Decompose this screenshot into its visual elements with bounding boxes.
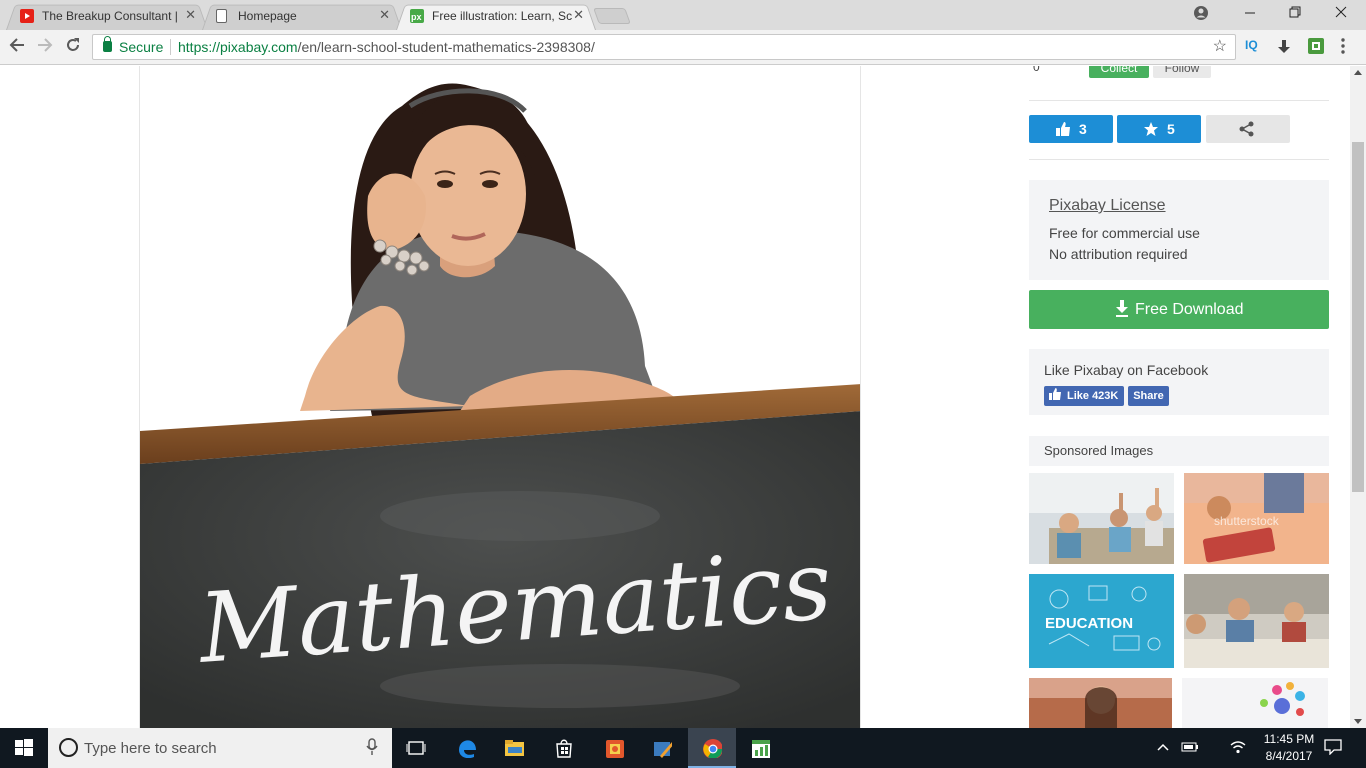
thumbs-up-icon	[1055, 121, 1071, 140]
license-line-1: Free for commercial use	[1049, 225, 1200, 241]
page-icon	[216, 9, 227, 23]
show-hidden-icons-icon[interactable]	[1157, 740, 1169, 755]
svg-text:px: px	[411, 12, 422, 22]
scrollbar[interactable]	[1350, 66, 1366, 728]
task-view-icon[interactable]	[392, 728, 440, 768]
battery-icon[interactable]	[1181, 741, 1199, 756]
download-extension-icon[interactable]	[1276, 39, 1292, 58]
file-explorer-icon[interactable]	[490, 728, 538, 768]
browser-toolbar: Secure https://pixabay.com/en/learn-scho…	[0, 30, 1366, 65]
taskbar-search[interactable]: Type here to search	[48, 728, 392, 768]
sponsored-image-students[interactable]	[1184, 574, 1329, 668]
url-text: https://pixabay.com/en/learn-school-stud…	[178, 39, 595, 55]
facebook-like-button[interactable]: Like 423K	[1044, 386, 1124, 406]
microphone-icon[interactable]	[366, 738, 378, 760]
clock-date: 8/4/2017	[1265, 749, 1313, 763]
tab-pixabay[interactable]: px Free illustration: Learn, Sc ✕	[396, 2, 596, 30]
watermark-text: shutterstock	[1214, 514, 1280, 528]
like-button[interactable]: 3	[1029, 115, 1113, 143]
search-placeholder: Type here to search	[84, 740, 217, 757]
secure-label: Secure	[119, 39, 164, 55]
app-icon-office[interactable]	[590, 728, 638, 768]
facebook-like-label: Like 423K	[1067, 390, 1119, 402]
address-bar[interactable]: Secure https://pixabay.com/en/learn-scho…	[92, 34, 1236, 60]
star-icon	[1143, 121, 1159, 140]
facebook-thumb-icon	[1049, 386, 1061, 406]
lock-icon	[103, 36, 112, 52]
collect-button[interactable]: Collect	[1089, 66, 1149, 78]
download-icon	[1115, 300, 1129, 323]
url-path: /en/learn-school-student-mathematics-239…	[297, 39, 595, 55]
sponsored-title: Sponsored Images	[1044, 443, 1154, 458]
menu-icon[interactable]	[1340, 37, 1346, 58]
license-link[interactable]: Pixabay License	[1049, 197, 1166, 215]
windows-taskbar: Type here to search 11:45 PM 8/4/2017	[0, 728, 1366, 768]
sponsored-image-classroom[interactable]	[1029, 473, 1174, 564]
tab-strip: The Breakup Consultant | ✕ Homepage ✕ px…	[0, 0, 1366, 30]
store-icon[interactable]	[540, 728, 588, 768]
extension-green-icon[interactable]	[1308, 38, 1324, 57]
download-label: Free Download	[1135, 301, 1244, 318]
close-tab-icon[interactable]: ✕	[379, 7, 390, 23]
sponsored-image-education[interactable]: EDUCATION	[1029, 574, 1174, 668]
cortana-icon	[59, 738, 78, 757]
facebook-title: Like Pixabay on Facebook	[1044, 362, 1209, 378]
sponsored-image-girl[interactable]	[1029, 678, 1172, 728]
tab-homepage[interactable]: Homepage ✕	[202, 2, 402, 30]
main-illustration[interactable]: Mathematics	[139, 66, 861, 728]
system-clock[interactable]: 11:45 PM 8/4/2017	[1254, 731, 1324, 765]
tab-title: Free illustration: Learn, Sc	[432, 9, 572, 23]
close-tab-icon[interactable]: ✕	[185, 7, 196, 23]
facebook-box: Like Pixabay on Facebook Like 423K Share	[1029, 349, 1329, 415]
scrollbar-thumb[interactable]	[1352, 142, 1364, 492]
close-tab-icon[interactable]: ✕	[573, 7, 584, 23]
restore-icon[interactable]	[1285, 4, 1305, 23]
wifi-icon[interactable]	[1230, 740, 1246, 757]
favorite-button[interactable]: 5	[1117, 115, 1201, 143]
bookmark-star-icon[interactable]: ☆	[1213, 36, 1227, 56]
share-button[interactable]	[1206, 115, 1290, 143]
sponsored-header: Sponsored Images	[1029, 436, 1329, 466]
clock-time: 11:45 PM	[1263, 732, 1315, 746]
tab-title: The Breakup Consultant |	[42, 9, 178, 23]
start-button[interactable]	[0, 728, 48, 768]
license-box: Pixabay License Free for commercial use …	[1029, 180, 1329, 280]
windows-logo-icon	[15, 739, 33, 756]
sponsored-image-globe[interactable]	[1182, 678, 1328, 728]
pixabay-icon: px	[410, 9, 424, 23]
reload-icon[interactable]	[62, 36, 84, 59]
share-icon	[1239, 121, 1255, 140]
scroll-up-arrow-icon[interactable]	[1354, 70, 1362, 75]
page-content: Mathematics 0 Collect Follow 3 5 Pixabay…	[0, 66, 1350, 728]
downloads-count: 0	[1033, 66, 1040, 74]
sponsored-image-tablet[interactable]: shutterstock	[1184, 473, 1329, 564]
favorite-count: 5	[1167, 121, 1175, 137]
url-base: https://pixabay.com	[178, 39, 298, 55]
tab-breakup-consultant[interactable]: The Breakup Consultant | ✕	[6, 2, 208, 30]
close-window-icon[interactable]	[1331, 4, 1351, 23]
app-icon-paint[interactable]	[638, 728, 686, 768]
forward-icon[interactable]	[34, 36, 56, 59]
edge-icon[interactable]	[442, 728, 490, 768]
license-line-2: No attribution required	[1049, 246, 1188, 262]
iq-extension-icon[interactable]: IQ	[1245, 38, 1258, 52]
tab-title: Homepage	[238, 9, 297, 23]
new-tab-button[interactable]	[593, 8, 631, 24]
youtube-icon	[20, 9, 34, 23]
facebook-share-button[interactable]: Share	[1128, 386, 1169, 406]
free-download-button[interactable]: Free Download	[1029, 290, 1329, 329]
like-count: 3	[1079, 121, 1087, 137]
back-icon[interactable]	[6, 36, 28, 59]
profile-icon[interactable]	[1191, 5, 1211, 24]
action-center-icon[interactable]	[1324, 739, 1342, 758]
chrome-taskbar-icon[interactable]	[688, 728, 736, 768]
scroll-down-arrow-icon[interactable]	[1354, 719, 1362, 724]
follow-button[interactable]: Follow	[1153, 66, 1211, 78]
education-text: EDUCATION	[1045, 615, 1133, 632]
minimize-icon[interactable]	[1240, 4, 1260, 23]
app-icon-chart[interactable]	[736, 728, 784, 768]
